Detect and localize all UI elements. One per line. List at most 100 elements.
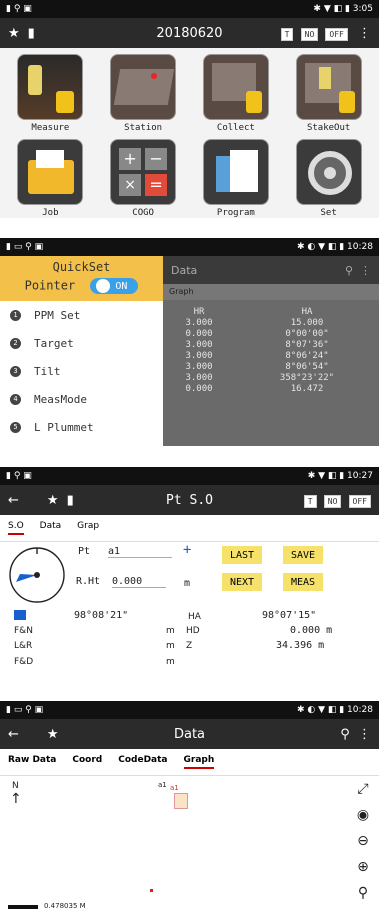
meas-button[interactable]: MEAS: [283, 573, 323, 591]
back-arrow-icon[interactable]: ←: [8, 727, 19, 742]
qs-item-tilt[interactable]: 3 Tilt: [0, 357, 163, 385]
qs-item-measmode[interactable]: 4 MeasMode: [0, 385, 163, 413]
tab-data[interactable]: Data: [40, 521, 62, 535]
tile-station[interactable]: Station: [97, 54, 190, 133]
star-icon[interactable]: ★: [47, 727, 59, 742]
star-icon[interactable]: ★: [47, 493, 59, 508]
zoom-in-icon[interactable]: ⊕: [355, 859, 371, 875]
rht-label: R.Ht: [76, 576, 101, 587]
add-point-button[interactable]: +: [183, 542, 191, 558]
tile-collect[interactable]: Collect: [190, 54, 283, 133]
cell-ha: 15.000: [290, 317, 324, 328]
chip-laser[interactable]: OFF: [348, 494, 371, 508]
last-button[interactable]: LAST: [222, 546, 262, 564]
tile-stakeout[interactable]: StakeOut: [282, 54, 375, 133]
data-tabs: Raw Data Coord CodeData Graph: [0, 749, 379, 776]
data-table: HR HA 3.000 15.000 0.000 0°00'00" 3.000 8°0…: [163, 306, 379, 394]
tab-graph[interactable]: Grap: [77, 521, 99, 535]
table-row[interactable]: 3.000 8°06'24": [163, 350, 379, 361]
table-row[interactable]: 3.000 8°07'36": [163, 339, 379, 350]
item-label: PPM Set: [34, 308, 81, 322]
scale-label: 0.478035 M: [44, 902, 86, 910]
direction-compass-icon: [9, 547, 65, 603]
main-menu-screen: ▮ ⚲ ▣ ✱ ▼ ◧ ▮ 3:05 ★ ▮ 20180620 T NO OFF…: [0, 0, 379, 218]
cell-ha: 358°23'22": [279, 372, 335, 383]
quickset-header: QuickSet Pointer ON: [0, 256, 163, 301]
cell-hr: 0.000: [185, 328, 213, 339]
chip-laser[interactable]: OFF: [325, 27, 348, 41]
z-value: 34.396 m: [276, 640, 325, 651]
tile-program[interactable]: Program: [190, 139, 283, 218]
quickset-screen: ▮ ▭ ⚲ ▣ ✱ ◐ ▼ ◧ ▮ 10:28 Data ⚲ ⋮ Graph H…: [0, 238, 379, 446]
chip-prism[interactable]: NO: [300, 27, 319, 41]
back-arrow-icon[interactable]: ←: [8, 493, 19, 508]
graph-canvas[interactable]: N ↑ a1 a1 0.478035 M ⤢ ◉ ⊖ ⊕ ⚲: [0, 775, 379, 922]
tile-label: Collect: [216, 123, 255, 133]
collect-icon: [202, 54, 269, 120]
graph-tab[interactable]: Graph: [163, 284, 379, 300]
rht-input[interactable]: 0.000: [112, 576, 166, 588]
station-icon: [110, 54, 177, 120]
item-number: 5: [10, 421, 21, 433]
status-bar: ▮ ▭ ⚲ ▣ ✱ ◐ ▼ ◧ ▮ 10:28: [0, 238, 379, 256]
point-marker: [150, 889, 153, 892]
fd-unit: m: [166, 657, 175, 667]
tile-cogo[interactable]: + − × = COGO: [97, 139, 190, 218]
item-number: 1: [10, 309, 21, 321]
cell-hr: 0.000: [185, 383, 213, 394]
tile-job[interactable]: Job: [4, 139, 97, 218]
tile-label: Set: [320, 208, 337, 218]
data-title: Data: [171, 263, 198, 277]
search-icon[interactable]: ⚲: [355, 885, 371, 901]
table-row[interactable]: 3.000 8°06'54": [163, 361, 379, 372]
fit-screen-icon[interactable]: ⤢: [355, 781, 371, 797]
stakeout-icon: [295, 54, 362, 120]
zoom-out-icon[interactable]: ⊖: [355, 833, 371, 849]
pointer-toggle[interactable]: ON: [90, 278, 139, 294]
star-icon[interactable]: ★: [8, 26, 20, 41]
chip-prism[interactable]: NO: [323, 494, 342, 508]
qs-item-lplummet[interactable]: 5 L Plummet: [0, 413, 163, 441]
status-bar: ▮ ⚲ ▣ ✱ ▼ ◧ ▮ 10:27: [0, 467, 379, 485]
tile-measure[interactable]: Measure: [4, 54, 97, 133]
tab-graph[interactable]: Graph: [183, 755, 215, 769]
cell-ha: 8°06'24": [285, 350, 329, 361]
table-row[interactable]: 0.000 16.472: [163, 383, 379, 394]
tab-so[interactable]: S.O: [8, 521, 24, 535]
status-right: ✱ ◐ ▼ ◧ ▮ 10:28: [296, 242, 373, 252]
fn-unit: m: [166, 626, 175, 636]
next-button[interactable]: NEXT: [222, 573, 262, 591]
status-right: ✱ ◐ ▼ ◧ ▮ 10:28: [296, 705, 373, 715]
table-row[interactable]: 3.000 15.000: [163, 317, 379, 328]
calculator-icon: + − × =: [110, 139, 177, 205]
table-row[interactable]: 3.000 358°23'22": [163, 372, 379, 383]
center-icon[interactable]: ◉: [355, 807, 371, 823]
pt-input[interactable]: a1: [108, 546, 172, 558]
table-row[interactable]: 0.000 0°00'00": [163, 328, 379, 339]
stakeout-body: Pt a1 + R.Ht 0.000 m LAST SAVE NEXT MEAS…: [0, 540, 379, 680]
search-icon[interactable]: ⚲ ⋮: [345, 264, 371, 277]
cell-hr: 3.000: [185, 372, 213, 383]
tab-coord[interactable]: Coord: [72, 755, 102, 769]
battery-icon: ▮: [27, 25, 35, 41]
status-bar: ▮ ⚲ ▣ ✱ ▼ ◧ ▮ 3:05: [0, 0, 379, 18]
status-left-icons: ▮ ⚲ ▣: [6, 4, 32, 14]
search-icon[interactable]: ⚲ ⋮: [340, 727, 371, 742]
save-button[interactable]: SAVE: [283, 546, 323, 564]
qs-item-target[interactable]: 2 Target: [0, 329, 163, 357]
tile-label: Job: [42, 208, 59, 218]
chip-target[interactable]: T: [303, 494, 317, 508]
col-ha: HA: [301, 306, 313, 317]
background-data-view: Data ⚲ ⋮ Graph HR HA 3.000 15.000 0.000 0°…: [163, 256, 379, 446]
qs-item-ppm[interactable]: 1 PPM Set: [0, 301, 163, 329]
chip-target[interactable]: T: [280, 27, 294, 41]
tile-set[interactable]: Set: [282, 139, 375, 218]
lr-unit: m: [166, 641, 175, 651]
item-label: Target: [34, 336, 74, 350]
stakeout-tabs: S.O Data Grap: [0, 515, 379, 542]
more-icon[interactable]: ⋮: [358, 26, 371, 41]
tab-codedata[interactable]: CodeData: [118, 755, 167, 769]
item-number: 2: [10, 337, 21, 349]
menu-grid: Measure Station Collect StakeOut Job + −…: [0, 48, 379, 218]
tab-raw-data[interactable]: Raw Data: [8, 755, 56, 769]
